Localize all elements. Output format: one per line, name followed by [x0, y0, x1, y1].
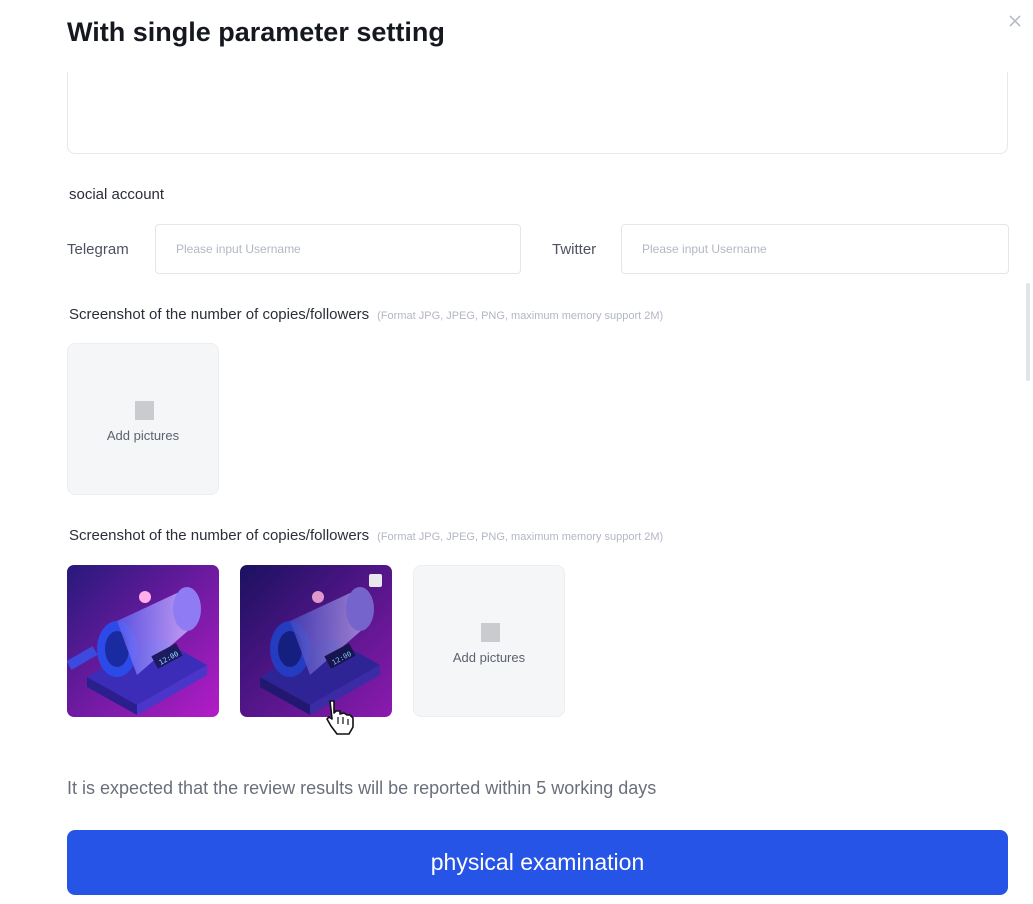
add-picture-icon — [135, 401, 154, 420]
add-picture-icon — [481, 623, 500, 642]
twitter-label: Twitter — [552, 241, 597, 258]
telegram-username-input[interactable] — [155, 224, 521, 274]
social-account-label: social account — [69, 186, 165, 203]
isometric-time-machine-image: 12:00 — [240, 565, 392, 717]
scrollbar-thumb[interactable] — [1026, 283, 1030, 381]
hand-pointer-cursor-icon — [322, 697, 362, 737]
description-textarea[interactable] — [67, 72, 1008, 154]
close-icon[interactable] — [1004, 10, 1026, 32]
upload-section-label: Screenshot of the number of copies/follo… — [69, 527, 663, 544]
select-checkbox[interactable] — [369, 574, 382, 587]
modal-title: With single parameter setting — [67, 17, 445, 47]
isometric-time-machine-image: 12:00 — [67, 565, 219, 717]
upload-format-hint: (Format JPG, JPEG, PNG, maximum memory s… — [377, 310, 664, 322]
upload-label-text: Screenshot of the number of copies/follo… — [69, 306, 370, 323]
add-pictures-label: Add pictures — [452, 650, 526, 665]
modal-dialog: With single parameter setting social acc… — [0, 0, 1033, 904]
add-pictures-button[interactable]: Add pictures — [413, 565, 565, 717]
twitter-username-input[interactable] — [621, 224, 1009, 274]
uploaded-image-thumbnail[interactable]: 12:00 — [240, 565, 392, 717]
add-pictures-button[interactable]: Add pictures — [67, 343, 219, 495]
upload-label-text: Screenshot of the number of copies/follo… — [69, 527, 370, 544]
upload-format-hint: (Format JPG, JPEG, PNG, maximum memory s… — [377, 531, 664, 543]
telegram-label: Telegram — [67, 241, 129, 258]
add-pictures-label: Add pictures — [106, 428, 180, 443]
uploaded-image-thumbnail[interactable]: 12:00 — [67, 565, 219, 717]
submit-button[interactable]: physical examination — [67, 830, 1008, 895]
upload-section-label: Screenshot of the number of copies/follo… — [69, 306, 663, 323]
review-notice: It is expected that the review results w… — [67, 778, 657, 798]
